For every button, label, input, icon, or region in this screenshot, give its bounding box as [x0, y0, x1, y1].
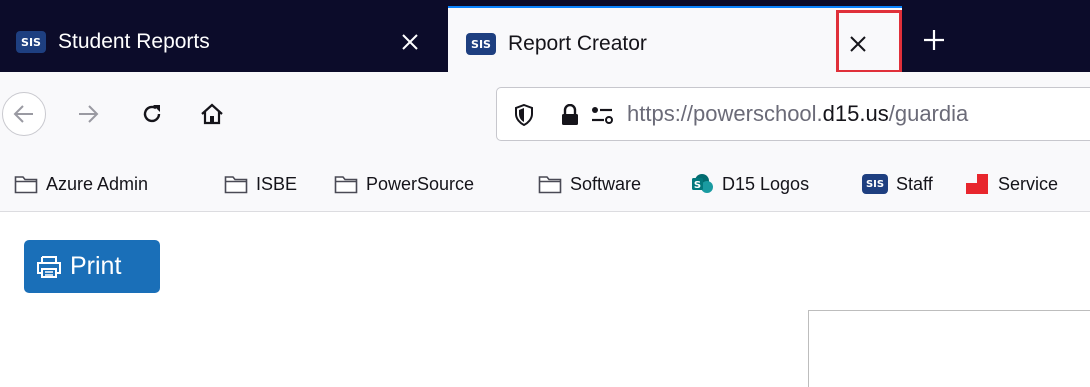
- print-button[interactable]: Print: [24, 240, 160, 293]
- bookmark-service[interactable]: Service: [964, 170, 1058, 198]
- reload-button[interactable]: [130, 92, 174, 136]
- tab-title: Student Reports: [58, 30, 210, 53]
- folder-icon: [224, 174, 248, 194]
- bookmark-d15-logos[interactable]: S D15 Logos: [690, 170, 809, 198]
- tracking-protection-shield-icon[interactable]: [509, 100, 539, 130]
- bookmark-label: D15 Logos: [722, 173, 810, 194]
- navigation-toolbar: https://powerschool.d15.us/guardia: [0, 72, 1090, 156]
- bookmark-azure-admin[interactable]: Azure Admin: [14, 170, 148, 198]
- bookmark-label: PowerSource: [366, 173, 475, 194]
- tab-report-creator[interactable]: SIS Report Creator: [448, 6, 902, 72]
- home-icon: [201, 103, 223, 125]
- tab-strip: SIS Student Reports SIS Report Creator: [0, 0, 1090, 73]
- forward-button[interactable]: [66, 92, 110, 136]
- back-arrow-icon: [13, 105, 33, 123]
- tab-student-reports[interactable]: SIS Student Reports: [0, 0, 448, 72]
- bookmark-powersource[interactable]: PowerSource: [334, 170, 474, 198]
- close-tab-icon[interactable]: [840, 26, 876, 62]
- back-button[interactable]: [2, 92, 46, 136]
- service-icon: [964, 172, 990, 196]
- bookmark-label: Staff: [896, 173, 933, 194]
- folder-icon: [538, 174, 562, 194]
- home-button[interactable]: [190, 92, 234, 136]
- bookmark-label: ISBE: [256, 173, 298, 194]
- reload-icon: [143, 105, 161, 123]
- bookmarks-toolbar: Azure Admin ISBE PowerSource Software S …: [0, 156, 1090, 212]
- bookmark-software[interactable]: Software: [538, 170, 641, 198]
- url-text: https://powerschool.d15.us/guardia: [627, 101, 968, 127]
- svg-text:S: S: [694, 180, 701, 191]
- bookmark-staff[interactable]: SIS Staff: [862, 170, 933, 198]
- new-tab-button[interactable]: [916, 22, 952, 58]
- report-preview-frame: [808, 310, 1090, 387]
- bookmark-label: Azure Admin: [46, 173, 149, 194]
- sis-favicon-icon: SIS: [466, 33, 496, 55]
- sis-icon: SIS: [862, 174, 888, 194]
- bookmark-label: Software: [570, 173, 642, 194]
- forward-arrow-icon: [79, 105, 99, 123]
- url-prefix: https://powerschool.: [627, 101, 823, 126]
- folder-icon: [334, 174, 358, 194]
- printer-icon: [37, 255, 61, 278]
- url-host: d15.us: [822, 101, 889, 126]
- bookmark-label: Service: [998, 173, 1059, 194]
- permissions-icon[interactable]: [587, 100, 617, 130]
- url-bar[interactable]: https://powerschool.d15.us/guardia: [496, 87, 1090, 141]
- url-path: /guardia: [888, 101, 969, 126]
- sharepoint-icon: S: [690, 173, 714, 195]
- close-tab-icon[interactable]: [392, 24, 428, 60]
- bookmark-isbe[interactable]: ISBE: [224, 170, 297, 198]
- lock-icon[interactable]: [555, 100, 585, 130]
- print-label: Print: [70, 252, 122, 280]
- tab-title: Report Creator: [508, 32, 647, 55]
- sis-favicon-icon: SIS: [16, 31, 46, 53]
- folder-icon: [14, 174, 38, 194]
